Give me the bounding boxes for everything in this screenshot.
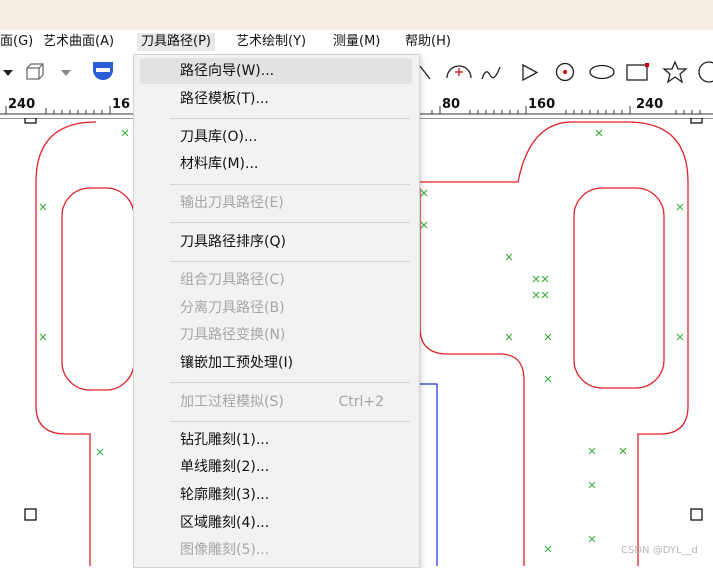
toolpath-dropdown-menu: 路径向导(W)... 路径模板(T)... 刀具库(O)... 材料库(M)..… [133,54,420,568]
ruler-label: 80 [442,97,461,112]
menu-item-label: 轮廓雕刻(3)... [180,487,270,503]
menu-item-image-engrave[interactable]: 图像雕刻(5)... [140,537,412,563]
menu-bar: 面(G) 艺术曲面(A) 刀具路径(P) 艺术绘制(Y) 测量(M) 帮助(H) [0,30,713,55]
menu-separator [170,421,410,422]
menu-item-tool-library[interactable]: 刀具库(O)... [140,124,412,150]
circle-tool-icon[interactable] [698,61,713,83]
menu-separator [170,118,410,119]
menu-item-transform-toolpath[interactable]: 刀具路径变换(N) [140,322,412,348]
title-bar [0,0,713,30]
menu-item-label: 材料库(M)... [180,156,259,172]
menu-separator [170,222,410,223]
menu-item-drill-engrave[interactable]: 钻孔雕刻(1)... [140,427,412,453]
menu-item-contour-engrave[interactable]: 轮廓雕刻(3)... [140,482,412,508]
menu-item-path-template[interactable]: 路径模板(T)... [140,86,412,112]
triangle-tool-icon[interactable] [522,63,539,82]
menu-item-combine-toolpath[interactable]: 组合刀具路径(C) [140,267,412,293]
menu-item-inlay-preprocess[interactable]: 镶嵌加工预处理(I) [140,350,412,376]
menu-item-path-wizard[interactable]: 路径向导(W)... [140,58,412,84]
arc-tool-icon[interactable] [446,65,472,79]
watermark: CSDN @DYL__d [621,545,698,556]
menu-item-label: 区域雕刻(4)... [180,515,270,531]
menu-toolpath[interactable]: 刀具路径(P) [137,33,215,51]
curve-tool-icon[interactable] [481,66,501,80]
target-circle-icon[interactable] [555,62,575,82]
ellipse-tool-icon[interactable] [589,64,615,80]
menu-separator [170,382,410,383]
menu-item-material-library[interactable]: 材料库(M)... [140,151,412,177]
ruler-label: 160 [528,97,556,112]
menu-item-label: 组合刀具路径(C) [180,272,285,288]
menu-item-toolpath-sort[interactable]: 刀具路径排序(Q) [140,229,412,255]
menu-help[interactable]: 帮助(H) [405,33,451,51]
menu-item-label: 刀具库(O)... [180,129,258,145]
menu-item-label: 图像雕刻(5)... [180,542,270,558]
menu-item-label: 刀具路径变换(N) [180,327,286,343]
menu-item-label: 加工过程模拟(S) [180,394,284,410]
menu-art-surface[interactable]: 艺术曲面(A) [43,33,114,51]
menu-item-export-toolpath[interactable]: 输出刀具路径(E) [140,190,412,216]
dropdown-arrow-icon[interactable] [3,70,13,76]
menu-surface[interactable]: 面(G) [0,33,33,51]
shield-tool-icon[interactable] [93,62,113,80]
ruler-label: 240 [636,97,664,112]
menu-item-label: 刀具路径排序(Q) [180,234,286,250]
3d-box-icon[interactable] [26,63,44,80]
dropdown-arrow-icon[interactable] [61,70,71,76]
menu-measure[interactable]: 测量(M) [333,33,380,51]
menu-item-label: 路径向导(W)... [180,63,275,79]
ruler-label: 240 [8,97,36,112]
menu-item-label: 分离刀具路径(B) [180,300,285,316]
menu-item-area-engrave[interactable]: 区域雕刻(4)... [140,510,412,536]
menu-item-label: 镶嵌加工预处理(I) [180,355,294,371]
menu-item-shortcut: Ctrl+2 [338,394,384,410]
line-tool-icon[interactable] [419,65,431,80]
selection-frame[interactable] [420,383,438,566]
menu-item-label: 单线雕刻(2)... [180,459,270,475]
menu-item-machining-simulation[interactable]: 加工过程模拟(S) Ctrl+2 [140,389,412,415]
menu-separator [170,184,410,185]
menu-item-separate-toolpath[interactable]: 分离刀具路径(B) [140,295,412,321]
menu-item-label: 路径模板(T)... [180,91,269,107]
menu-item-label: 钻孔雕刻(1)... [180,432,270,448]
menu-separator [170,261,410,262]
star-tool-icon[interactable] [662,60,688,84]
rectangle-tool-icon[interactable] [626,63,649,81]
menu-item-single-line-engrave[interactable]: 单线雕刻(2)... [140,454,412,480]
menu-item-label: 输出刀具路径(E) [180,195,284,211]
menu-art-draw[interactable]: 艺术绘制(Y) [236,33,306,51]
ruler-label: 16 [112,97,131,112]
